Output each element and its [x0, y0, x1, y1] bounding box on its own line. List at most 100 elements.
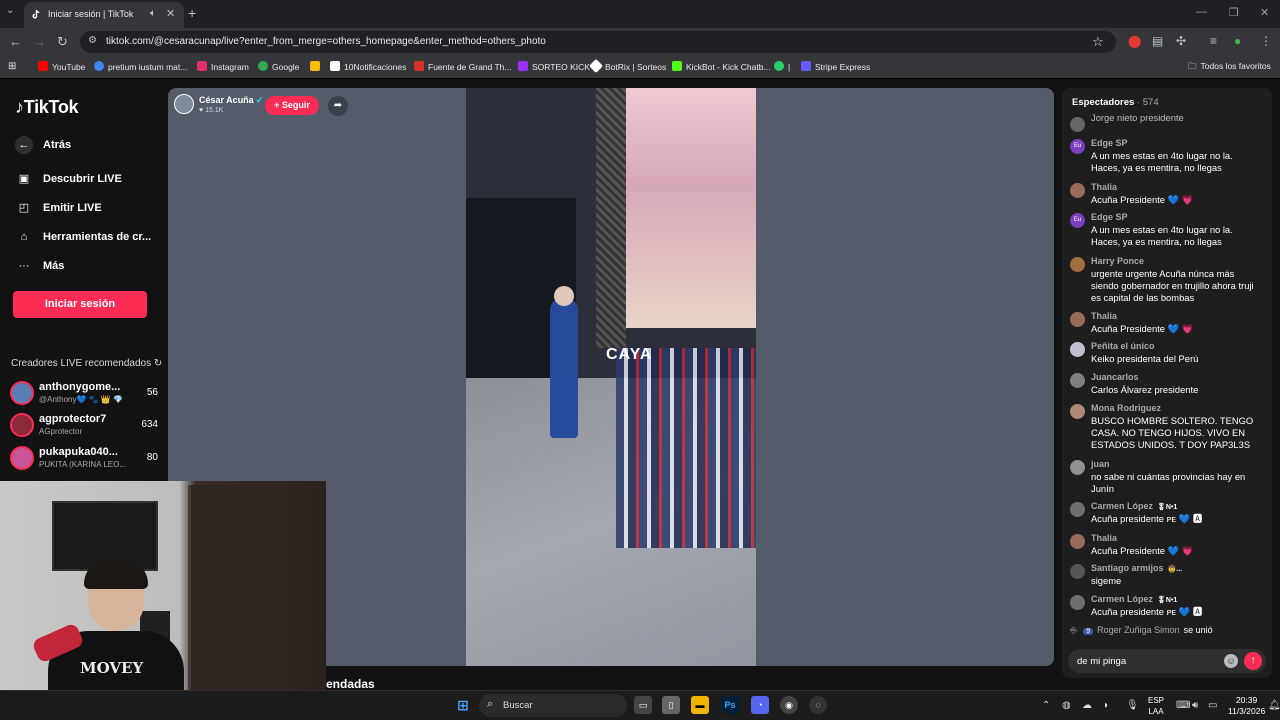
- creator-item[interactable]: anthonygome... @Anthony💙 🐾 👑 💎 56: [10, 379, 160, 409]
- bookmark-botrix[interactable]: BotRix | Sorteos: [588, 58, 666, 74]
- bookmark-whatsapp[interactable]: |: [774, 61, 790, 72]
- notifications-icon[interactable]: 🔔︎: [1268, 700, 1280, 711]
- emoji-icon[interactable]: ☺: [1224, 654, 1238, 668]
- tiktok-logo[interactable]: ♪TikTok: [15, 97, 79, 118]
- discord-icon[interactable]: ◔: [751, 696, 769, 714]
- nav-discover-live[interactable]: ▣ Descubrir LIVE: [15, 172, 122, 185]
- chat-username[interactable]: Carmen López 🎖N•1: [1091, 501, 1177, 511]
- chat-username[interactable]: Mona Rodriguez: [1091, 403, 1161, 413]
- bookmark-kickbot[interactable]: KickBot - Kick Chatb...: [672, 61, 771, 72]
- windows-start-icon[interactable]: ⊞: [454, 696, 472, 714]
- chat-username[interactable]: Carmen López 🎖N•1: [1091, 594, 1177, 604]
- tab-close-icon[interactable]: ✕: [166, 7, 175, 20]
- chat-avatar[interactable]: [1070, 595, 1085, 610]
- app-icon[interactable]: ▯: [662, 696, 680, 714]
- battery-icon[interactable]: ▭: [1208, 700, 1217, 711]
- nav-creator-tools[interactable]: ⌂ Herramientas de cr...: [15, 231, 152, 243]
- new-tab-icon[interactable]: +: [188, 5, 196, 21]
- tray-app2-icon[interactable]: ◑: [1102, 700, 1108, 711]
- viewers-header[interactable]: Espectadores · 574: [1072, 97, 1159, 108]
- chat-avatar[interactable]: [1070, 564, 1085, 579]
- chat-avatar[interactable]: [1070, 534, 1085, 549]
- bookmark-x[interactable]: 10Notificaciones: [330, 61, 406, 72]
- chat-username[interactable]: Thalia: [1091, 311, 1117, 321]
- chat-username[interactable]: Peñita el único: [1091, 341, 1155, 351]
- network-icon[interactable]: ⌨: [1176, 700, 1190, 711]
- chat-username[interactable]: Juancarlos: [1091, 372, 1139, 382]
- site-info-icon[interactable]: ⚙︎: [88, 35, 97, 46]
- back-arrow-icon[interactable]: ←: [9, 34, 22, 49]
- all-bookmarks[interactable]: 🗀 Todos los favoritos: [1188, 61, 1271, 75]
- bookmark-sorteo-kick[interactable]: SORTEO KICK: [518, 61, 590, 72]
- chat-username[interactable]: Edge SP: [1091, 138, 1128, 148]
- follow-button[interactable]: + Seguir: [265, 96, 319, 115]
- microphone-tray-icon[interactable]: 🎙︎: [1126, 700, 1139, 711]
- app-badge-icon[interactable]: ◌: [809, 696, 827, 714]
- minimize-icon[interactable]: —: [1196, 6, 1207, 18]
- chat-avatar[interactable]: [1070, 183, 1085, 198]
- audio-icon[interactable]: 🔈︎: [150, 8, 156, 19]
- chat-username[interactable]: Santiago armijos 🤠...: [1091, 563, 1182, 573]
- forward-arrow-icon[interactable]: →: [33, 34, 46, 49]
- nav-more[interactable]: ··· Más: [15, 260, 65, 272]
- share-icon[interactable]: ➦: [328, 96, 348, 116]
- nav-go-live[interactable]: ◰ Emitir LIVE: [15, 201, 102, 214]
- send-icon[interactable]: ↑: [1244, 652, 1262, 670]
- apps-grid-icon[interactable]: ⊞: [8, 61, 16, 72]
- taskbar-search[interactable]: ⌕ Buscar: [479, 694, 627, 717]
- file-explorer-icon[interactable]: ▬: [691, 696, 709, 714]
- tray-cloud-icon[interactable]: ☁: [1082, 700, 1092, 711]
- extension-record-icon[interactable]: ⬤: [1128, 34, 1141, 48]
- creator-item[interactable]: agprotector7 AGprotector 634: [10, 411, 160, 441]
- menu-kebab-icon[interactable]: ⋮: [1260, 34, 1272, 48]
- live-video[interactable]: CAYA: [466, 88, 756, 666]
- chat-avatar[interactable]: Eu: [1070, 139, 1085, 154]
- bookmark-gta[interactable]: Fuente de Grand Th...: [414, 61, 511, 72]
- bookmark-stripe[interactable]: Stripe Express: [801, 61, 870, 72]
- media-controls-icon[interactable]: ≡: [1210, 34, 1217, 48]
- back-button[interactable]: ← Atrás: [15, 136, 71, 154]
- profile-avatar-icon[interactable]: ●: [1234, 34, 1241, 48]
- chat-avatar[interactable]: [1070, 404, 1085, 419]
- bookmark-google[interactable]: Google: [258, 61, 299, 72]
- chat-avatar[interactable]: [1070, 460, 1085, 475]
- chat-username[interactable]: Thalia: [1091, 533, 1117, 543]
- tray-overflow-icon[interactable]: ⌃: [1042, 700, 1050, 711]
- tab-active[interactable]: Iniciar sesión | TikTok 🔈︎ ✕: [24, 2, 184, 28]
- volume-icon[interactable]: 🔊︎: [1192, 700, 1198, 711]
- photoshop-icon[interactable]: Ps: [721, 696, 739, 714]
- chat-avatar[interactable]: [1070, 257, 1085, 272]
- refresh-icon[interactable]: ↻: [154, 358, 162, 369]
- restore-icon[interactable]: ❐: [1229, 6, 1239, 19]
- task-view-icon[interactable]: ▭: [634, 696, 652, 714]
- tray-app-icon[interactable]: ◍: [1062, 700, 1071, 711]
- bookmark-star-icon[interactable]: ☆: [1092, 34, 1104, 50]
- bookmark-pretium[interactable]: pretium iustum mat...: [94, 61, 187, 72]
- language-indicator[interactable]: ESP LAA: [1148, 695, 1164, 717]
- bookmark-pinwheel[interactable]: [310, 61, 324, 72]
- reload-icon[interactable]: ↻: [57, 34, 68, 50]
- chat-avatar[interactable]: [1070, 117, 1085, 132]
- chat-avatar[interactable]: [1070, 342, 1085, 357]
- chat-username[interactable]: Harry Ponce: [1091, 256, 1144, 266]
- chat-avatar[interactable]: [1070, 312, 1085, 327]
- bookmark-instagram[interactable]: Instagram: [197, 61, 249, 72]
- chat-username[interactable]: Edge SP: [1091, 212, 1128, 222]
- login-button[interactable]: Iniciar sesión: [13, 291, 147, 318]
- clock[interactable]: 20:39 11/3/2026: [1228, 695, 1265, 717]
- extensions-puzzle-icon[interactable]: ✣: [1176, 34, 1186, 48]
- chrome-icon[interactable]: ◉: [780, 696, 798, 714]
- host-name[interactable]: César Acuña ✔: [199, 95, 263, 106]
- address-bar[interactable]: ⚙︎ tiktok.com/@cesaracunap/live?enter_fr…: [80, 31, 1116, 53]
- chat-avatar[interactable]: [1070, 373, 1085, 388]
- host-avatar[interactable]: [174, 94, 194, 114]
- creator-item[interactable]: pukapuka040... PUKITA (KARINA LEO... 80: [10, 444, 160, 474]
- tab-search-icon[interactable]: ⌄: [6, 5, 14, 16]
- chat-username[interactable]: juan: [1091, 459, 1110, 469]
- extension-icon[interactable]: ▤: [1152, 34, 1163, 48]
- chat-input[interactable]: de mi pinga ☺ ↑: [1068, 649, 1266, 673]
- chat-avatar[interactable]: [1070, 502, 1085, 517]
- close-window-icon[interactable]: ✕: [1260, 6, 1269, 19]
- bookmark-youtube[interactable]: YouTube: [38, 61, 85, 72]
- chat-username[interactable]: Thalia: [1091, 182, 1117, 192]
